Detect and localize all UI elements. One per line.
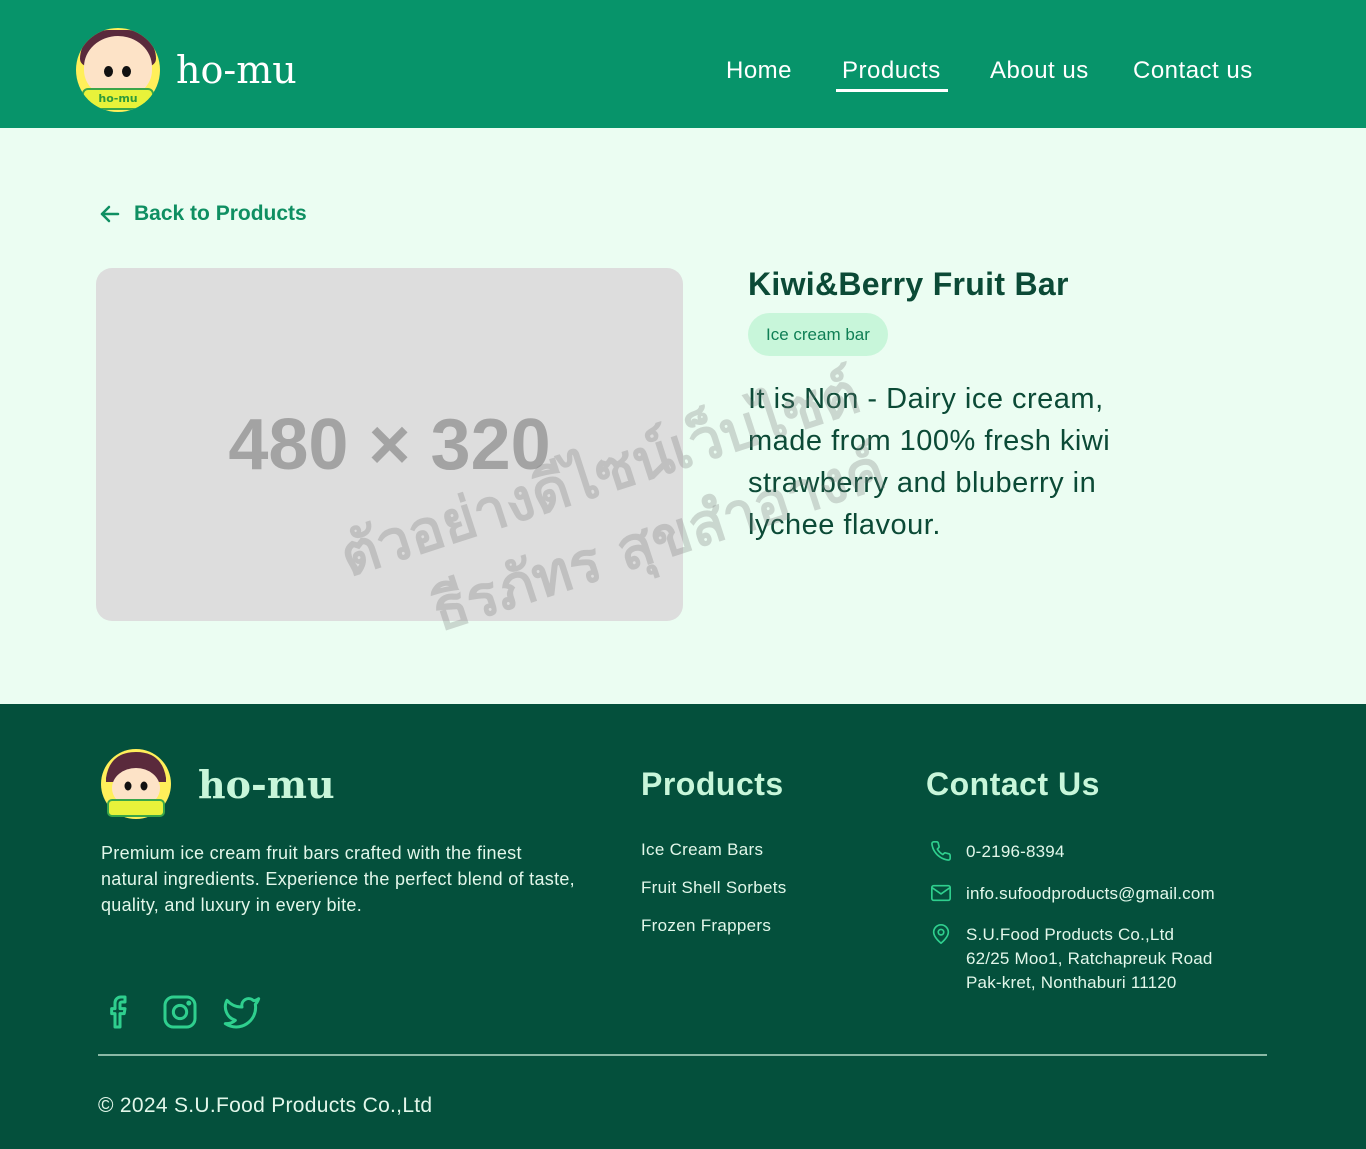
back-to-products-link[interactable]: Back to Products [98,202,307,226]
copyright-text: © 2024 S.U.Food Products Co.,Ltd [98,1094,433,1117]
nav-home[interactable]: Home [726,57,792,85]
mail-icon [931,884,951,902]
nav-about[interactable]: About us [990,57,1089,85]
contact-email[interactable]: info.sufoodproducts@gmail.com [930,882,1215,906]
nav-products[interactable]: Products [842,57,941,85]
email-address: info.sufoodproducts@gmail.com [966,884,1215,903]
footer-products-title: Products [641,766,784,802]
instagram-link[interactable] [160,992,200,1032]
product-title: Kiwi&Berry Fruit Bar [748,266,1069,302]
nav-contact[interactable]: Contact us [1133,57,1253,85]
brand-name: ho-mu [176,48,297,92]
footer-divider [98,1054,1267,1056]
product-description: It is Non - Dairy ice cream, made from 1… [748,383,1111,541]
address-line-3: Pak-kret, Nonthaburi 11120 [966,973,1177,992]
footer-link-fruit-shell-sorbets[interactable]: Fruit Shell Sorbets [641,878,787,898]
phone-icon [931,841,951,861]
image-placeholder-text: 480 × 320 [228,404,551,485]
contact-address: S.U.Food Products Co.,Ltd 62/25 Moo1, Ra… [930,923,1213,995]
brand[interactable]: ho-mu ho-mu [76,28,297,112]
instagram-icon [163,995,197,1029]
site-header: ho-mu ho-mu Home Products About us Conta… [0,0,1366,128]
address-line-1: S.U.Food Products Co.,Ltd [966,925,1175,944]
back-label: Back to Products [134,202,307,225]
contact-phone[interactable]: 0-2196-8394 [930,840,1065,864]
address-block: S.U.Food Products Co.,Ltd 62/25 Moo1, Ra… [966,923,1213,995]
footer-contact-title: Contact Us [926,766,1100,802]
product-image: 480 × 320 [96,268,683,621]
category-badge: Ice cream bar [748,313,888,356]
footer-brand-name: ho-mu [198,761,335,807]
logo: ho-mu [76,28,160,112]
footer-description: Premium ice cream fruit bars crafted wit… [101,843,575,915]
site-footer: ho-mu Premium ice cream fruit bars craft… [0,704,1366,1149]
address-line-2: 62/25 Moo1, Ratchapreuk Road [966,949,1213,968]
footer-logo [101,749,171,819]
twitter-icon [223,997,261,1029]
phone-number: 0-2196-8394 [966,842,1065,861]
logo-badge: ho-mu [82,88,154,110]
nav-active-underline [836,89,948,92]
footer-brand[interactable]: ho-mu [100,748,335,820]
map-pin-icon [932,924,950,944]
footer-link-ice-cream-bars[interactable]: Ice Cream Bars [641,840,763,860]
twitter-link[interactable] [222,992,262,1032]
facebook-icon [110,995,127,1029]
arrow-left-icon [100,205,120,223]
footer-link-frozen-frappers[interactable]: Frozen Frappers [641,916,771,936]
facebook-link[interactable] [100,992,140,1032]
